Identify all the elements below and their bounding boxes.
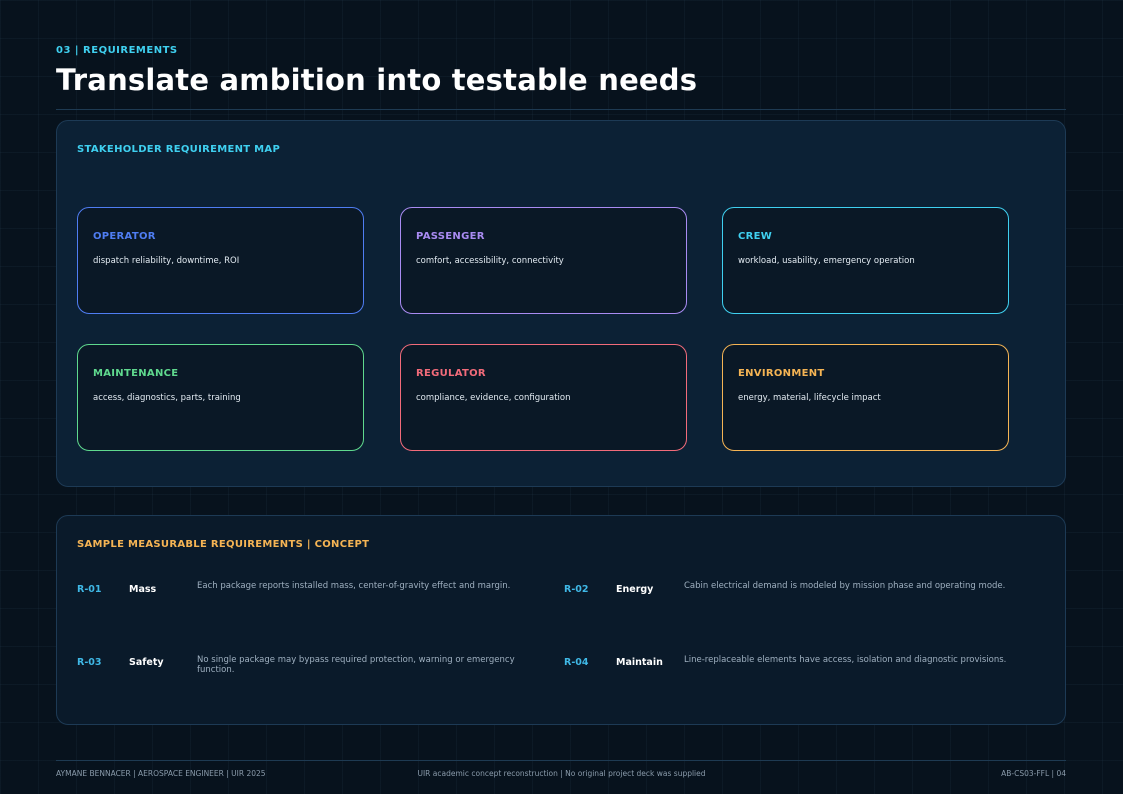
stakeholder-card-environment: ENVIRONMENT energy, material, lifecycle … (722, 344, 1009, 451)
page-title: Translate ambition into testable needs (56, 63, 698, 97)
requirement-name: Maintain (616, 657, 663, 668)
stakeholder-map-panel: STAKEHOLDER REQUIREMENT MAP OPERATOR dis… (56, 120, 1066, 487)
header-divider (56, 109, 1066, 110)
stakeholder-card-operator: OPERATOR dispatch reliability, downtime,… (77, 207, 364, 314)
requirement-name: Safety (129, 657, 164, 668)
requirement-text: Cabin electrical demand is modeled by mi… (684, 581, 1006, 591)
stakeholder-needs: comfort, accessibility, connectivity (416, 256, 564, 266)
requirement-text: Line-replaceable elements have access, i… (684, 655, 1007, 665)
stakeholder-card-crew: CREW workload, usability, emergency oper… (722, 207, 1009, 314)
stakeholder-needs: compliance, evidence, configuration (416, 393, 571, 403)
footer-note: UIR academic concept reconstruction | No… (417, 769, 706, 778)
stakeholder-card-maintenance: MAINTENANCE access, diagnostics, parts, … (77, 344, 364, 451)
stakeholder-needs: workload, usability, emergency operation (738, 256, 915, 266)
stakeholder-needs: dispatch reliability, downtime, ROI (93, 256, 240, 266)
requirement-id: R-03 (77, 657, 102, 668)
requirement-text: Each package reports installed mass, cen… (197, 581, 511, 591)
stakeholder-label: REGULATOR (416, 368, 486, 379)
requirement-name: Mass (129, 584, 157, 595)
stakeholder-needs: access, diagnostics, parts, training (93, 393, 241, 403)
requirement-text: No single package may bypass required pr… (197, 655, 515, 675)
slide: 03 | REQUIREMENTS Translate ambition int… (0, 0, 1123, 794)
stakeholder-label: MAINTENANCE (93, 368, 179, 379)
stakeholder-card-regulator: REGULATOR compliance, evidence, configur… (400, 344, 687, 451)
stakeholder-label: OPERATOR (93, 231, 156, 242)
stakeholder-map-title: STAKEHOLDER REQUIREMENT MAP (77, 144, 281, 155)
requirement-name: Energy (616, 584, 654, 595)
stakeholder-needs: energy, material, lifecycle impact (738, 393, 881, 403)
stakeholder-card-passenger: PASSENGER comfort, accessibility, connec… (400, 207, 687, 314)
requirement-id: R-01 (77, 584, 102, 595)
footer-page-ref: AB-CS03-FFL | 04 (1001, 769, 1066, 778)
requirements-panel: SAMPLE MEASURABLE REQUIREMENTS | CONCEPT… (56, 515, 1066, 725)
section-kicker: 03 | REQUIREMENTS (56, 45, 178, 56)
requirements-title: SAMPLE MEASURABLE REQUIREMENTS | CONCEPT (77, 539, 370, 550)
stakeholder-label: CREW (738, 231, 773, 242)
requirement-id: R-02 (564, 584, 589, 595)
stakeholder-label: PASSENGER (416, 231, 485, 242)
stakeholder-label: ENVIRONMENT (738, 368, 825, 379)
requirement-id: R-04 (564, 657, 589, 668)
footer-divider (56, 760, 1066, 761)
